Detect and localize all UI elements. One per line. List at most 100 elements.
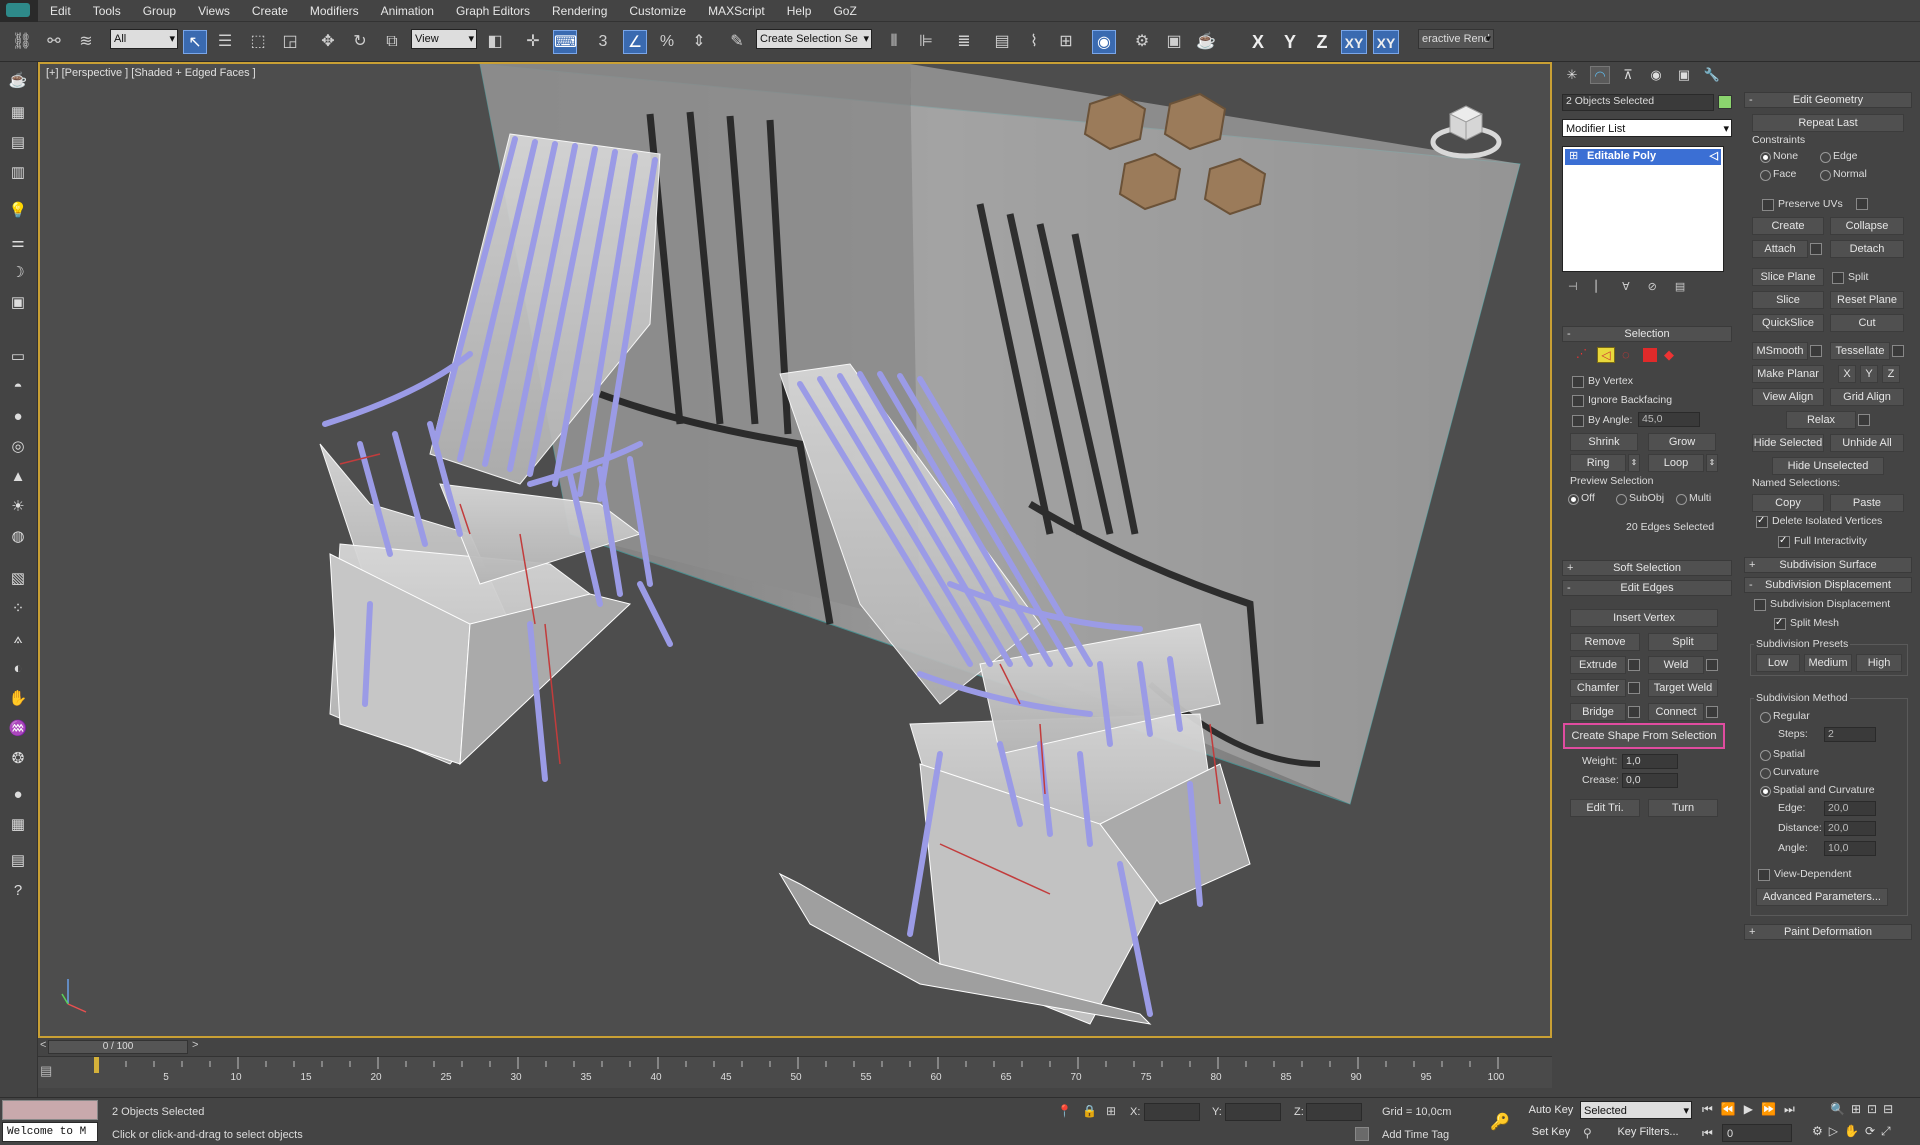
rendered-frame-window-icon[interactable]: ▣ [1162, 30, 1186, 54]
help-icon[interactable]: ? [7, 880, 29, 902]
goto-end-icon[interactable]: ⏭ [1784, 1102, 1803, 1116]
crease-value[interactable]: 0,0 [1622, 773, 1678, 788]
hatch-icon[interactable]: ▧ [7, 568, 29, 590]
app-logo-icon[interactable] [0, 0, 38, 22]
utilities-tab-icon[interactable]: 🔧 [1702, 66, 1722, 84]
edge-level-icon[interactable]: ◁ [1597, 347, 1615, 363]
teapot-icon[interactable]: ☕ [7, 70, 29, 92]
modifier-list-dropdown[interactable]: Modifier List [1562, 119, 1732, 138]
make-planar-y-button[interactable]: Y [1860, 365, 1878, 383]
zoom-extents-all-icon[interactable]: ⊟ [1883, 1102, 1899, 1116]
connect-settings-icon[interactable] [1706, 706, 1718, 718]
hemisphere-icon[interactable]: ◓ [7, 376, 29, 398]
pivot-center-icon[interactable]: ◧ [483, 30, 507, 54]
torus-icon[interactable]: ◎ [7, 436, 29, 458]
light-icon[interactable]: 💡 [7, 200, 29, 222]
create-button[interactable]: Create [1752, 217, 1824, 235]
loop-button[interactable]: Loop [1648, 454, 1704, 472]
menu-edit[interactable]: Edit [50, 4, 71, 18]
schematic-view-icon[interactable]: ⊞ [1054, 30, 1078, 54]
particles-icon[interactable]: ⁘ [7, 598, 29, 620]
create-tab-icon[interactable]: ✳ [1562, 66, 1582, 84]
tessellate-settings-icon[interactable] [1892, 345, 1904, 357]
split-mesh-checkbox[interactable]: Split Mesh [1774, 616, 1839, 630]
shrink-button[interactable]: Shrink [1570, 433, 1638, 451]
slice-button[interactable]: Slice [1752, 291, 1824, 309]
viewcube-icon[interactable] [1430, 92, 1502, 164]
relax-button[interactable]: Relax [1786, 411, 1856, 429]
time-slider[interactable]: < 0 / 100 > [38, 1038, 1552, 1056]
vertex-level-icon[interactable]: ⋰ [1576, 347, 1590, 361]
scene-explorer-icon[interactable]: ▤ [990, 30, 1014, 54]
unlink-icon[interactable]: ⚯ [42, 30, 66, 54]
weld-button[interactable]: Weld [1648, 656, 1704, 674]
collapse-button[interactable]: Collapse [1830, 217, 1904, 235]
detach-button[interactable]: Detach [1830, 240, 1904, 258]
object-name-field[interactable]: 2 Objects Selected [1562, 94, 1714, 111]
time-tag-icon[interactable] [1355, 1127, 1369, 1141]
time-next-icon[interactable]: > [192, 1039, 198, 1051]
sun-icon[interactable]: ☀ [7, 496, 29, 518]
render-setup-icon[interactable]: ⚙ [1130, 30, 1154, 54]
polygon-level-icon[interactable] [1643, 348, 1657, 362]
key-icon[interactable]: 🔑 [1490, 1112, 1510, 1132]
weight-value[interactable]: 1,0 [1622, 754, 1678, 769]
ignore-backfacing-checkbox[interactable]: Ignore Backfacing [1572, 394, 1672, 407]
split-button[interactable]: Split [1648, 633, 1718, 651]
remove-button[interactable]: Remove [1570, 633, 1640, 651]
bind-space-warp-icon[interactable]: ≋ [74, 30, 98, 54]
y-coord-field[interactable] [1225, 1103, 1281, 1121]
snaps-toggle-icon[interactable]: 3 [591, 30, 615, 54]
ring-spinner[interactable]: ⇕ [1628, 454, 1640, 472]
axis-xy-cycle-button[interactable]: XY [1373, 30, 1399, 54]
keyboard-shortcut-override-icon[interactable]: ⌨ [553, 30, 577, 54]
copy-button[interactable]: Copy [1752, 494, 1824, 512]
zoom-icon[interactable]: 🔍 [1830, 1102, 1851, 1116]
menu-create[interactable]: Create [252, 4, 288, 18]
extrude-button[interactable]: Extrude [1570, 656, 1626, 674]
time-prev-icon[interactable]: < [40, 1039, 46, 1051]
unhide-all-button[interactable]: Unhide All [1830, 434, 1904, 452]
menu-customize[interactable]: Customize [629, 4, 686, 18]
grid-icon[interactable]: ▥ [7, 162, 29, 184]
axis-y-button[interactable]: Y [1277, 30, 1303, 54]
window-crossing-icon[interactable]: ◲ [278, 30, 302, 54]
document-icon[interactable]: ▤ [7, 132, 29, 154]
advanced-parameters-button[interactable]: Advanced Parameters... [1756, 888, 1888, 906]
select-by-name-icon[interactable]: ☰ [213, 30, 237, 54]
percent-snap-icon[interactable]: % [655, 30, 679, 54]
zoom-all-icon[interactable]: ⊞ [1851, 1102, 1867, 1116]
full-interactivity-checkbox[interactable]: Full Interactivity [1778, 534, 1867, 548]
method-spatial-radio[interactable]: Spatial [1760, 748, 1805, 761]
menu-modifiers[interactable]: Modifiers [310, 4, 359, 18]
tessellate-button[interactable]: Tessellate [1830, 342, 1890, 360]
msmooth-button[interactable]: MSmooth [1752, 342, 1808, 360]
goto-start-icon[interactable]: ⏮ [1702, 1102, 1721, 1116]
hide-unselected-button[interactable]: Hide Unselected [1772, 457, 1884, 475]
menu-tools[interactable]: Tools [93, 4, 121, 18]
target-weld-button[interactable]: Target Weld [1648, 679, 1718, 697]
key-mode-toggle-icon[interactable]: ⏮ [1702, 1126, 1713, 1141]
select-and-scale-icon[interactable]: ⧉ [380, 30, 404, 54]
preset-low-button[interactable]: Low [1756, 654, 1800, 672]
camera-icon[interactable]: ▣ [7, 292, 29, 314]
preserve-uvs-settings-icon[interactable] [1856, 198, 1868, 210]
ring-button[interactable]: Ring [1570, 454, 1626, 472]
constraint-normal-radio[interactable]: Normal [1820, 168, 1867, 181]
relax-settings-icon[interactable] [1858, 414, 1870, 426]
preset-medium-button[interactable]: Medium [1804, 654, 1852, 672]
menu-views[interactable]: Views [198, 4, 230, 18]
z-coord-field[interactable] [1306, 1103, 1362, 1121]
menu-maxscript[interactable]: MAXScript [708, 4, 765, 18]
preview-off-radio[interactable]: Off [1568, 492, 1595, 505]
view-dependent-checkbox[interactable]: View-Dependent [1758, 868, 1851, 881]
select-and-link-icon[interactable]: ⛓ [10, 30, 34, 54]
by-vertex-checkbox[interactable]: By Vertex [1572, 375, 1633, 388]
rectangular-selection-icon[interactable]: ⬚ [246, 30, 270, 54]
image-icon[interactable]: ▦ [7, 102, 29, 124]
make-unique-icon[interactable]: ∀ [1622, 281, 1648, 293]
mirror-icon[interactable]: ⫴ [882, 30, 906, 54]
play-icon[interactable]: ▶ [1744, 1102, 1761, 1116]
cone-icon[interactable]: ▲ [7, 466, 29, 488]
geosphere-icon[interactable]: ◍ [7, 526, 29, 548]
